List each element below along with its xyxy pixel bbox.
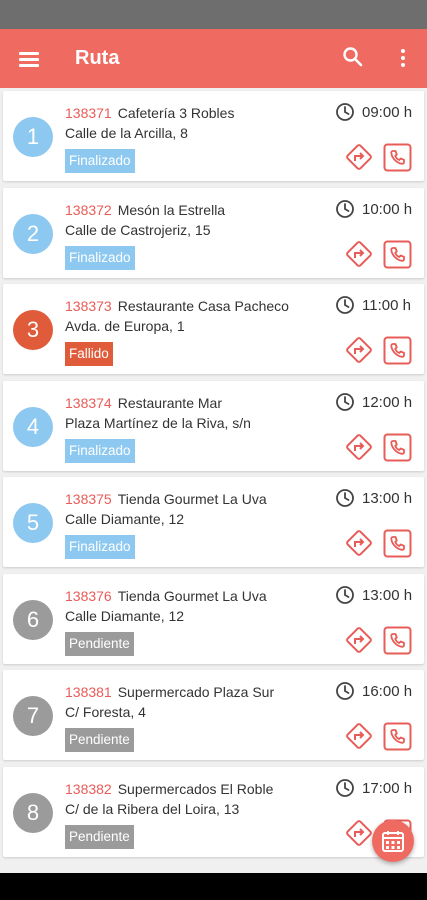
customer-name: Restaurante Casa Pacheco	[117, 298, 289, 314]
stop-title: 138374 Restaurante Mar	[65, 395, 222, 411]
time-label: 10:00 h	[362, 200, 413, 218]
directions-icon[interactable]	[343, 431, 375, 463]
app-bar: Ruta	[0, 29, 427, 88]
stop-title: 138381 Supermercado Plaza Sur	[65, 684, 274, 700]
customer-name: Cafetería 3 Robles	[117, 105, 235, 121]
page-title: Ruta	[75, 47, 120, 69]
time-label: 16:00 h	[362, 683, 413, 700]
stop-title: 138371 Cafetería 3 Robles	[65, 105, 234, 121]
stop-address: Calle de Castrojeriz, 15	[65, 221, 211, 238]
clock-icon	[336, 489, 354, 507]
stop-title: 138382 Supermercados El Roble	[65, 781, 273, 797]
stop-number-circle: 5	[13, 503, 53, 543]
status-badge: Pendiente	[65, 728, 134, 752]
time-label: 09:00 h	[362, 104, 413, 121]
directions-icon[interactable]	[343, 141, 375, 173]
phone-icon[interactable]	[383, 143, 412, 172]
phone-icon[interactable]	[383, 529, 412, 558]
order-code: 138381	[65, 684, 112, 700]
status-bar	[0, 0, 427, 29]
stop-title: 138372 Mesón la Estrella	[65, 202, 225, 218]
directions-icon[interactable]	[343, 238, 375, 270]
status-badge: Pendiente	[65, 631, 134, 656]
clock-icon	[336, 392, 354, 411]
stop-title: 138373 Restaurante Casa Pacheco	[65, 298, 289, 314]
clock-icon	[336, 682, 354, 700]
order-code: 138372	[65, 201, 112, 218]
search-icon[interactable]	[341, 45, 365, 69]
customer-name: Restaurante Mar	[117, 394, 222, 411]
directions-icon[interactable]	[343, 527, 375, 559]
stop-number-circle: 1	[13, 117, 53, 157]
stop-address: Avda. de Europa, 1	[65, 318, 185, 334]
customer-name: Tienda Gourmet La Uva	[117, 587, 267, 604]
stop-title: 138375 Tienda Gourmet La Uva	[65, 491, 267, 507]
order-code: 138374	[65, 394, 112, 411]
status-badge: Finalizado	[65, 438, 135, 463]
directions-icon[interactable]	[343, 334, 375, 366]
clock-icon	[336, 296, 354, 314]
clock-icon	[336, 199, 354, 218]
stop-address: C/ de la Ribera del Loira, 13	[65, 800, 240, 817]
more-vert-icon[interactable]	[392, 45, 414, 71]
route-stop-card[interactable]: 8 138382 Supermercados El Roble C/ de la Ri…	[3, 766, 424, 857]
time-label: 13:00 h	[362, 490, 413, 507]
route-stop-card[interactable]: 7 138381 Supermercado Plaza Sur C/ Foresta,…	[3, 670, 424, 760]
directions-icon[interactable]	[343, 720, 375, 752]
route-list: 1 138371 Cafetería 3 Robles Calle de la Arc…	[0, 88, 427, 860]
clock-icon	[336, 585, 354, 604]
route-stop-card[interactable]: 2 138372 Mesón la Estrella Calle de Castroj…	[3, 187, 424, 278]
directions-icon[interactable]	[343, 624, 375, 656]
phone-icon[interactable]	[383, 433, 412, 462]
time-label: 11:00 h	[362, 297, 411, 314]
route-stop-card[interactable]: 4 138374 Restaurante Mar Plaza Martínez de …	[3, 380, 424, 471]
status-badge: Finalizado	[65, 149, 135, 173]
time-label: 13:00 h	[362, 586, 413, 604]
route-stop-card[interactable]: 3 138373 Restaurante Casa Pacheco Avda. de …	[3, 284, 424, 374]
calendar-icon	[382, 831, 404, 852]
status-badge: Finalizado	[65, 245, 135, 270]
stop-title: 138376 Tienda Gourmet La Uva	[65, 588, 267, 604]
clock-icon	[336, 778, 354, 797]
menu-icon[interactable]	[16, 46, 42, 72]
directions-icon[interactable]	[343, 817, 375, 849]
customer-name: Mesón la Estrella	[117, 201, 226, 218]
clock-icon	[336, 103, 354, 121]
calendar-fab[interactable]	[372, 820, 414, 862]
order-code: 138373	[65, 298, 112, 314]
stop-number-circle: 8	[13, 792, 53, 833]
stop-number-circle: 2	[13, 213, 53, 254]
stop-address: Calle Diamante, 12	[65, 511, 185, 527]
navigation-bar	[0, 873, 427, 900]
route-stop-card[interactable]: 1 138371 Cafetería 3 Robles Calle de la Arc…	[3, 91, 424, 181]
phone-icon[interactable]	[383, 336, 412, 365]
stop-address: Plaza Martínez de la Riva, s/n	[65, 414, 251, 431]
time-label: 12:00 h	[362, 393, 413, 411]
route-stop-card[interactable]: 6 138376 Tienda Gourmet La Uva Calle Diaman…	[3, 573, 424, 664]
status-badge: Finalizado	[65, 535, 135, 559]
stop-address: C/ Foresta, 4	[65, 704, 146, 720]
phone-icon[interactable]	[383, 626, 412, 655]
status-badge: Fallido	[65, 342, 113, 366]
route-stop-card[interactable]: 5 138375 Tienda Gourmet La Uva Calle Diaman…	[3, 477, 424, 567]
stop-number-circle: 4	[13, 406, 53, 447]
status-badge: Pendiente	[65, 824, 134, 849]
stop-number-circle: 7	[13, 696, 53, 736]
phone-icon[interactable]	[383, 240, 412, 269]
order-code: 138371	[65, 105, 112, 121]
customer-name: Supermercados El Roble	[117, 780, 274, 797]
stop-address: Calle de la Arcilla, 8	[65, 125, 188, 141]
order-code: 138382	[65, 780, 112, 797]
customer-name: Supermercado Plaza Sur	[117, 684, 275, 700]
stop-number-circle: 3	[13, 310, 53, 350]
time-label: 17:00 h	[362, 779, 413, 797]
stop-address: Calle Diamante, 12	[65, 607, 185, 624]
customer-name: Tienda Gourmet La Uva	[117, 491, 267, 507]
stop-number-circle: 6	[13, 599, 53, 640]
phone-icon[interactable]	[383, 722, 412, 751]
order-code: 138376	[65, 587, 112, 604]
order-code: 138375	[65, 491, 112, 507]
